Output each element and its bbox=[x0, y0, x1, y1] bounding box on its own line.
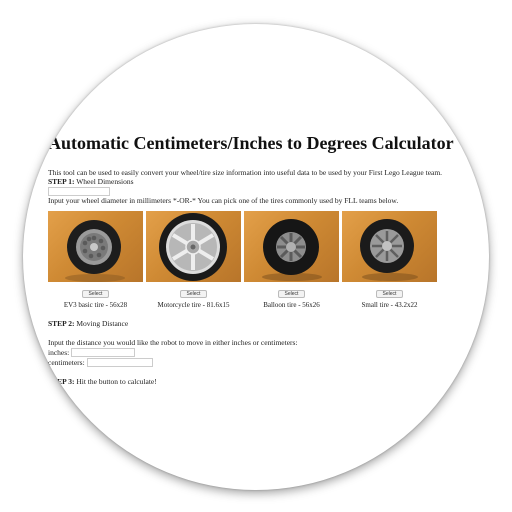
tire-option-motorcycle: Select Motorcycle tire - 81.6x15 bbox=[146, 211, 241, 309]
step1-label: STEP 1: bbox=[48, 177, 75, 186]
tire-name-balloon: Balloon tire - 56x26 bbox=[263, 301, 320, 309]
small-tire-icon bbox=[360, 219, 418, 281]
ev3-basic-tire-icon bbox=[65, 220, 125, 282]
select-balloon-button[interactable]: Select bbox=[277, 290, 306, 298]
tire-option-ev3-basic: Select EV3 basic tire - 56x28 bbox=[48, 211, 143, 309]
select-small-button[interactable]: Select bbox=[375, 290, 404, 298]
step1-heading: STEP 1: Wheel Dimensions bbox=[48, 177, 478, 186]
balloon-tire-photo bbox=[244, 211, 339, 282]
select-ev3-basic-button[interactable]: Select bbox=[81, 290, 110, 298]
inches-label: inches: bbox=[48, 347, 70, 357]
app-icon-circle: Automatic Centimeters/Inches to Degrees … bbox=[23, 24, 489, 490]
tire-name-ev3-basic: EV3 basic tire - 56x28 bbox=[63, 301, 128, 309]
inches-input[interactable] bbox=[71, 347, 136, 357]
centimeters-input[interactable] bbox=[86, 357, 153, 367]
inches-row: inches: bbox=[48, 347, 478, 357]
balloon-tire-icon bbox=[262, 219, 322, 281]
ev3-basic-tire-photo bbox=[48, 211, 143, 282]
diameter-input[interactable] bbox=[48, 186, 110, 196]
tire-name-small: Small tire - 43.2x22 bbox=[361, 301, 418, 309]
centimeters-row: centimeters: bbox=[48, 357, 478, 367]
tire-option-small: Select Small tire - 43.2x22 bbox=[342, 211, 437, 309]
step2-text: Moving Distance bbox=[76, 319, 129, 328]
select-motorcycle-button[interactable]: Select bbox=[179, 290, 208, 298]
centimeters-label: centimeters: bbox=[48, 357, 85, 367]
step1-text: Wheel Dimensions bbox=[76, 177, 134, 186]
step2-label: STEP 2: bbox=[48, 319, 75, 328]
tire-options: Select EV3 basic tire - 56x28 Select Mot… bbox=[48, 211, 478, 309]
instruction-step1: Input your wheel diameter in millimeters… bbox=[48, 196, 399, 205]
instruction-step2: Input the distance you would like the ro… bbox=[48, 338, 298, 347]
intro-text: This tool can be used to easily convert … bbox=[48, 168, 443, 177]
small-tire-photo bbox=[342, 211, 437, 282]
tire-name-motorcycle: Motorcycle tire - 81.6x15 bbox=[157, 301, 230, 309]
tire-option-balloon: Select Balloon tire - 56x26 bbox=[244, 211, 339, 309]
step3-label: STEP 3: bbox=[48, 377, 75, 386]
diameter-row bbox=[48, 186, 478, 196]
step3-heading: STEP 3: Hit the button to calculate! bbox=[48, 377, 478, 386]
step2-heading: STEP 2: Moving Distance bbox=[48, 319, 478, 328]
step3-text: Hit the button to calculate! bbox=[76, 377, 157, 386]
motorcycle-tire-icon bbox=[159, 213, 227, 281]
page-content: Automatic Centimeters/Inches to Degrees … bbox=[48, 133, 478, 386]
motorcycle-tire-photo bbox=[146, 211, 241, 282]
page-title: Automatic Centimeters/Inches to Degrees … bbox=[48, 133, 454, 153]
